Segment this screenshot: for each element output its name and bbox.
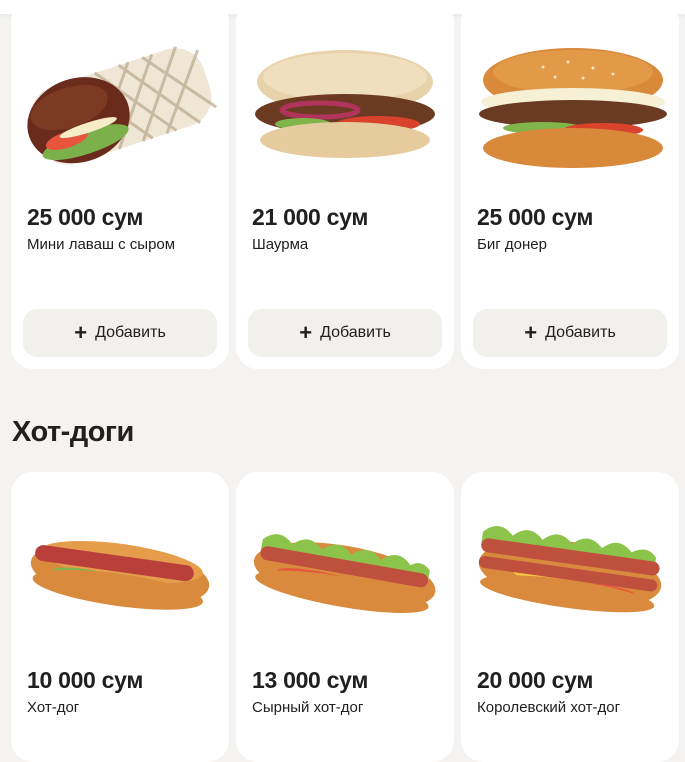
product-price: 10 000 сум bbox=[27, 667, 144, 693]
product-price: 13 000 сум bbox=[252, 667, 369, 693]
add-to-cart-button[interactable]: + Добавить bbox=[473, 309, 667, 357]
product-name: Мини лаваш с сыром bbox=[27, 236, 176, 253]
product-price: 25 000 сум bbox=[27, 204, 144, 230]
product-image bbox=[473, 494, 667, 662]
product-name: Биг донер bbox=[477, 236, 547, 253]
add-to-cart-button[interactable]: + Добавить bbox=[248, 309, 442, 357]
hotdog-icon bbox=[30, 540, 210, 610]
add-button-label: Добавить bbox=[545, 324, 616, 341]
product-card[interactable]: 20 000 сум Королевский хот-дог bbox=[461, 472, 679, 762]
product-price: 21 000 сум bbox=[252, 204, 369, 230]
product-card[interactable]: 25 000 сум Биг донер + Добавить bbox=[461, 0, 679, 369]
add-button-label: Добавить bbox=[95, 324, 166, 341]
product-name: Сырный хот-дог bbox=[252, 699, 364, 716]
wrap-lavash-icon bbox=[27, 46, 217, 165]
add-to-cart-button[interactable]: + Добавить bbox=[23, 309, 217, 357]
hotdog-lettuce-icon bbox=[253, 534, 436, 613]
plus-icon: + bbox=[299, 320, 313, 345]
product-image bbox=[473, 22, 667, 190]
plus-icon: + bbox=[74, 320, 88, 345]
product-card[interactable]: 13 000 сум Сырный хот-дог bbox=[236, 472, 454, 762]
product-image bbox=[23, 494, 217, 662]
doner-burger-icon bbox=[479, 48, 667, 168]
add-button-label: Добавить bbox=[320, 324, 391, 341]
product-name: Королевский хот-дог bbox=[477, 699, 621, 716]
product-name: Шаурма bbox=[252, 236, 309, 253]
product-name: Хот-дог bbox=[27, 699, 80, 716]
product-price: 25 000 сум bbox=[477, 204, 594, 230]
product-image bbox=[248, 494, 442, 662]
product-price: 20 000 сум bbox=[477, 667, 594, 693]
product-card[interactable]: 21 000 сум Шаурма + Добавить bbox=[236, 0, 454, 369]
product-card[interactable]: 25 000 сум Мини лаваш с сыром + Добавить bbox=[11, 0, 229, 369]
product-image bbox=[248, 22, 442, 190]
shawarma-pita-icon bbox=[255, 50, 435, 158]
product-image bbox=[23, 22, 217, 190]
hotdog-cheese-icon bbox=[478, 526, 662, 613]
section-title: Хот-доги bbox=[12, 416, 134, 448]
product-card[interactable]: 10 000 сум Хот-дог bbox=[11, 472, 229, 762]
plus-icon: + bbox=[524, 320, 538, 345]
